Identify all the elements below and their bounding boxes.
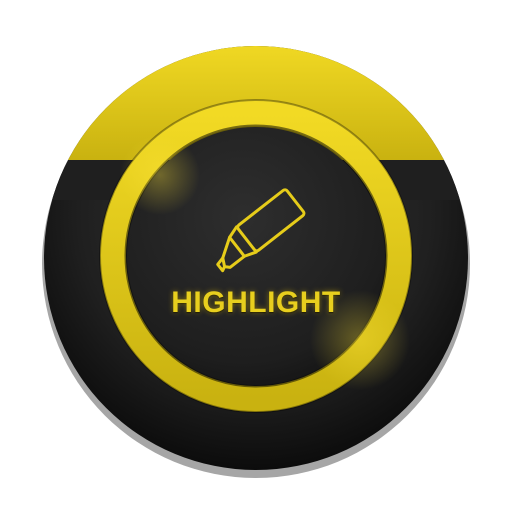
glow-top-left xyxy=(120,135,200,215)
highlight-button-graphic xyxy=(42,46,470,478)
button-label: HIGHLIGHT xyxy=(171,286,341,319)
highlight-button[interactable]: HIGHLIGHT xyxy=(0,0,512,512)
